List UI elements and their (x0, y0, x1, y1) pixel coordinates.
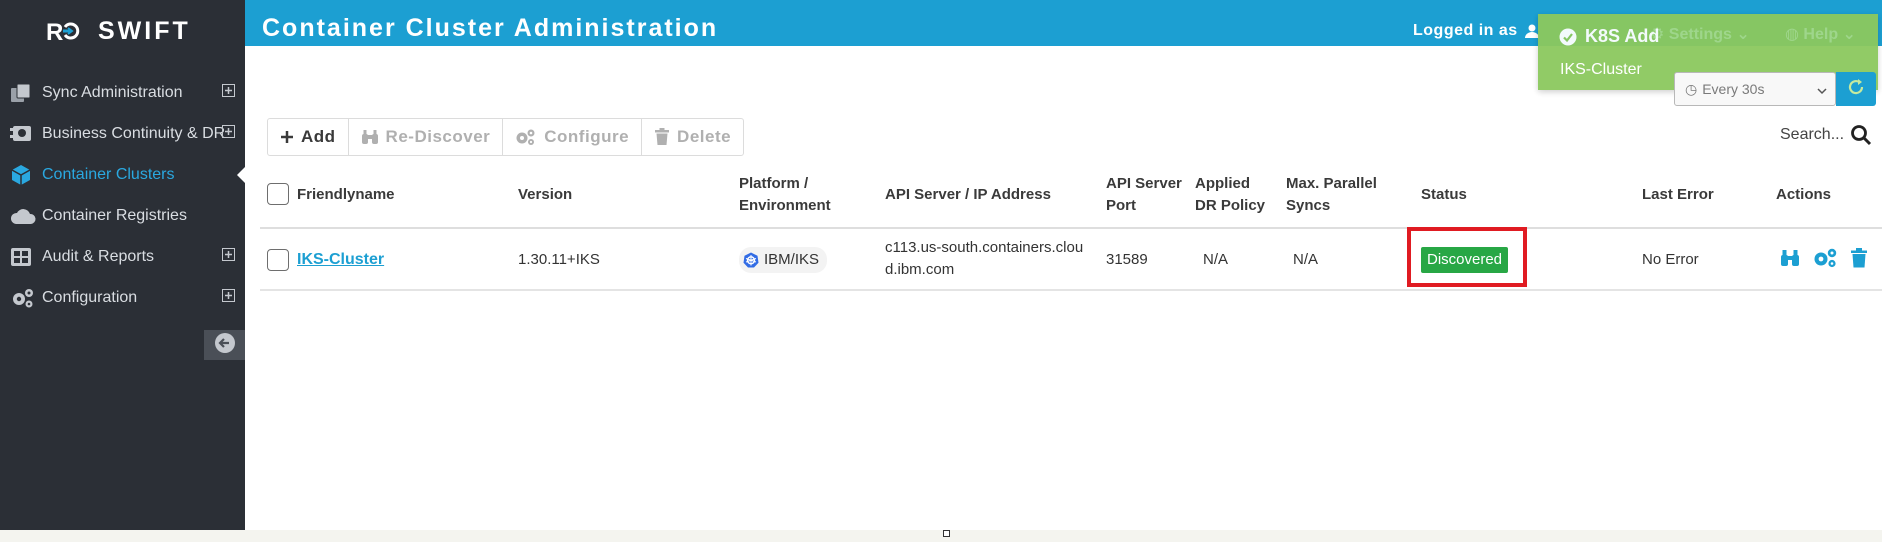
sidebar-item-label: Configuration (42, 288, 138, 306)
gears-icon (10, 286, 40, 310)
sidebar-collapse-button[interactable] (204, 330, 245, 360)
table-row[interactable]: IKS-Cluster 1.30.11+IKS IBM/IKS c113.us-… (260, 229, 1882, 291)
row-checkbox[interactable] (267, 249, 289, 271)
settings-menu-link[interactable]: ⚙ Settings ⌄ (1650, 24, 1750, 44)
trash-icon (654, 128, 670, 146)
sidebar-item-label: Container Registries (42, 206, 187, 224)
brand-text: SWIFT (98, 16, 191, 45)
sidebar-item-label: Sync Administration (42, 83, 183, 101)
gears-icon[interactable] (1812, 248, 1838, 273)
page-title: Container Cluster Administration (262, 14, 719, 42)
help-menu-link[interactable]: ◍ Help ⌄ (1785, 24, 1856, 44)
refresh-button[interactable] (1836, 72, 1876, 106)
server-sync-icon (10, 122, 40, 146)
cell-api-port: 31589 (1106, 251, 1148, 268)
cell-platform: IBM/IKS (739, 247, 828, 275)
refresh-interval-select[interactable]: ◷ Every 30s (1674, 72, 1836, 106)
bottom-strip (0, 530, 1882, 542)
table-header: Friendlyname Version Platform / Environm… (260, 168, 1882, 229)
kubernetes-icon (743, 252, 759, 268)
sidebar-nav: Sync Administration Business Continuity … (0, 72, 245, 318)
delete-button[interactable]: Delete (642, 119, 743, 155)
configure-button[interactable]: Configure (503, 119, 643, 155)
action-toolbar: Add Re-Discover Configure Delete (267, 118, 745, 156)
col-platform[interactable]: Platform / Environment (739, 173, 831, 217)
col-friendlyname[interactable]: Friendlyname (297, 184, 395, 206)
col-status[interactable]: Status (1421, 184, 1467, 206)
search-icon[interactable] (1850, 124, 1872, 151)
logged-in-label[interactable]: Logged in as (1413, 22, 1540, 40)
chevron-down-icon: ⌄ (1736, 26, 1750, 43)
rediscover-button[interactable]: Re-Discover (349, 119, 504, 155)
col-version[interactable]: Version (518, 184, 572, 206)
select-all-checkbox[interactable] (267, 183, 289, 205)
toast-title: K8S Add (1559, 26, 1659, 47)
sidebar-item-sync-administration[interactable]: Sync Administration (0, 72, 245, 113)
cube-icon (10, 163, 40, 187)
copy-icon (10, 81, 40, 105)
help-circle-icon: ◍ (1785, 26, 1799, 43)
cell-dr-policy: N/A (1203, 251, 1229, 268)
col-dr-policy[interactable]: Applied DR Policy (1195, 173, 1265, 217)
col-max-parallel[interactable]: Max. Parallel Syncs (1286, 173, 1377, 217)
gears-icon (515, 128, 537, 146)
check-circle-icon (1559, 28, 1577, 46)
binoculars-icon (361, 129, 379, 145)
chevron-down-icon: ⌄ (1842, 26, 1856, 43)
cell-max-parallel: N/A (1293, 251, 1319, 268)
trash-icon[interactable] (1850, 248, 1868, 273)
chevron-down-icon (1817, 83, 1827, 99)
sidebar-item-audit-reports[interactable]: Audit & Reports (0, 236, 245, 277)
sidebar-item-business-continuity[interactable]: Business Continuity & DR (0, 113, 245, 154)
row-actions (1780, 248, 1868, 273)
binoculars-icon[interactable] (1780, 249, 1800, 272)
sidebar-item-label: Business Continuity & DR (42, 124, 226, 142)
resize-handle[interactable] (943, 530, 950, 537)
app-window: R SWIFT Sync Administration Business Con… (0, 0, 1882, 530)
col-api-server[interactable]: API Server / IP Address (885, 184, 1051, 206)
refresh-icon (1847, 78, 1865, 101)
sidebar-item-label: Container Clusters (42, 165, 175, 183)
col-actions: Actions (1776, 186, 1832, 203)
cell-last-error: No Error (1642, 251, 1699, 268)
cell-api-server: c113.us-south.containers.clou d.ibm.com (885, 239, 1084, 278)
grid-icon (10, 245, 40, 269)
clusters-table: Friendlyname Version Platform / Environm… (260, 168, 1882, 291)
clock-icon: ◷ (1685, 80, 1698, 97)
expand-icon[interactable] (222, 289, 235, 302)
expand-icon[interactable] (222, 248, 235, 261)
search-label[interactable]: Search... (1780, 126, 1844, 144)
sidebar: R SWIFT Sync Administration Business Con… (0, 0, 245, 530)
toast-message: IKS-Cluster (1560, 61, 1642, 78)
swift-logo-icon: R (46, 18, 86, 44)
arrow-left-circle-icon (214, 332, 236, 359)
add-button[interactable]: Add (268, 119, 349, 155)
col-api-port[interactable]: API Server Port (1106, 173, 1182, 217)
sidebar-item-configuration[interactable]: Configuration (0, 277, 245, 318)
cell-version: 1.30.11+IKS (518, 251, 600, 268)
sidebar-item-label: Audit & Reports (42, 247, 155, 265)
sidebar-item-container-registries[interactable]: Container Registries (0, 195, 245, 236)
brand-logo[interactable]: R SWIFT (46, 16, 191, 46)
cluster-name-link[interactable]: IKS-Cluster (297, 251, 384, 268)
plus-icon (280, 130, 294, 144)
cloud-icon (10, 204, 40, 228)
status-highlight-box (1407, 227, 1527, 287)
sidebar-item-container-clusters[interactable]: Container Clusters (0, 154, 245, 195)
expand-icon[interactable] (222, 125, 235, 138)
col-last-error[interactable]: Last Error (1642, 184, 1714, 206)
expand-icon[interactable] (222, 84, 235, 97)
